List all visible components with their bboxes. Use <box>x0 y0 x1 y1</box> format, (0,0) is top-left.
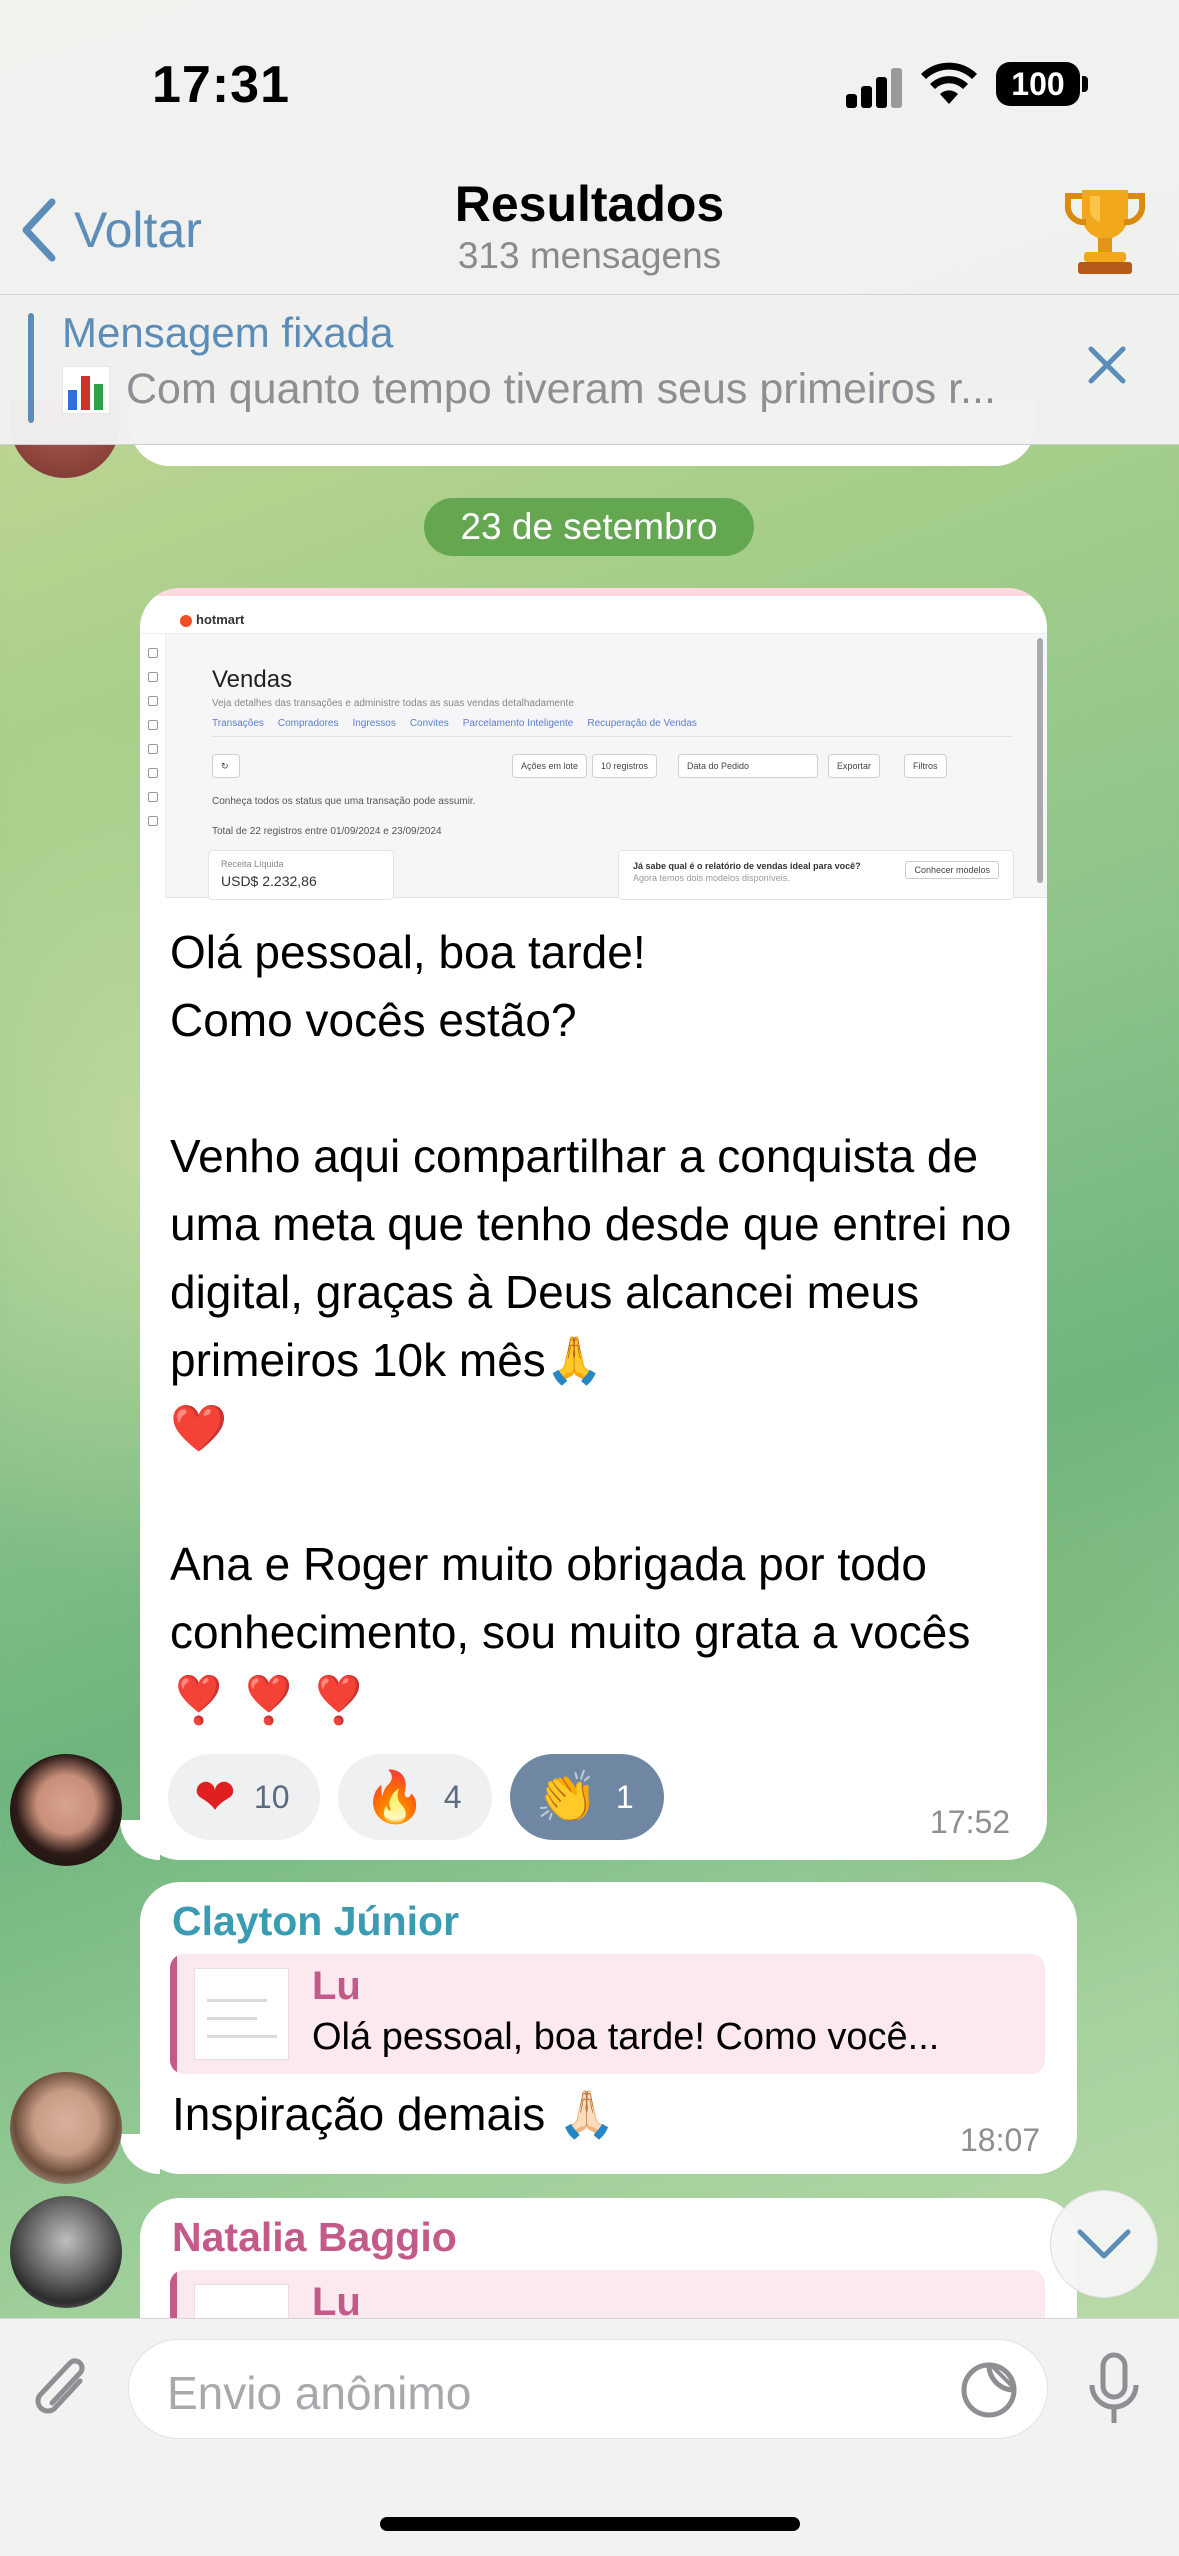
reaction-count: 10 <box>253 1778 290 1815</box>
paperclip-icon[interactable] <box>28 2351 98 2431</box>
avatar[interactable] <box>10 2072 122 2184</box>
pinned-accent-bar <box>28 313 34 423</box>
heart-icon: ❤ <box>194 1769 236 1825</box>
message-count: 313 mensagens <box>457 235 722 276</box>
date-divider: 23 de setembro <box>424 498 754 556</box>
message-bubble[interactable]: Natalia Baggio Lu <box>140 2198 1077 2318</box>
sender-name[interactable]: Clayton Júnior <box>172 1898 459 1945</box>
pinned-label: Mensagem fixada <box>62 309 394 356</box>
chat-title[interactable]: Resultados <box>0 175 1179 233</box>
quote-text: Olá pessoal, boa tarde! Como você... <box>312 2016 940 2058</box>
message-time: 17:52 <box>930 1804 1011 1840</box>
message-bubble[interactable]: Clayton Júnior Lu Olá pessoal, boa tarde… <box>140 1882 1077 2174</box>
battery-indicator: 100 <box>996 62 1080 106</box>
sticker-icon[interactable] <box>959 2360 1019 2420</box>
quoted-message[interactable]: Lu Olá pessoal, boa tarde! Como você... <box>170 1954 1045 2074</box>
battery-tip <box>1082 76 1088 92</box>
reaction-fire[interactable]: 🔥 4 <box>337 1754 492 1840</box>
composer-bar: Envio anônimo <box>0 2318 1179 2556</box>
quoted-message[interactable]: Lu <box>170 2270 1045 2318</box>
avatar[interactable] <box>10 1754 122 1866</box>
reaction-heart[interactable]: ❤ 10 <box>168 1754 320 1840</box>
message-time: 18:07 <box>960 2122 1041 2158</box>
reaction-count: 1 <box>615 1778 634 1815</box>
chevron-down-icon <box>1077 2229 1131 2259</box>
message-input[interactable]: Envio anônimo <box>128 2339 1048 2439</box>
scroll-to-bottom-button[interactable] <box>1050 2190 1158 2298</box>
screenshot-tabs: Transações Compradores Ingressos Convites Pa… <box>212 718 697 729</box>
quote-sender: Lu <box>312 2280 361 2318</box>
sender-name[interactable]: Natalia Baggio <box>172 2214 457 2261</box>
message-bubble[interactable]: hotmart Vendas Veja detalhes das transaç… <box>140 588 1047 1860</box>
attached-screenshot[interactable]: hotmart Vendas Veja detalhes das transaç… <box>140 588 1047 900</box>
pinned-text: Com quanto tempo tiveram seus primeiros … <box>126 365 996 413</box>
trophy-icon[interactable] <box>1060 182 1150 278</box>
fire-icon: 🔥 <box>363 1768 426 1825</box>
close-icon[interactable] <box>1085 343 1129 387</box>
clock: 17:31 <box>152 56 290 114</box>
reaction-clap[interactable]: 👏 1 <box>509 1754 664 1840</box>
home-indicator <box>380 2517 800 2531</box>
bubble-tail <box>120 1820 160 1860</box>
input-placeholder: Envio anônimo <box>167 2367 472 2419</box>
cellular-signal-icon <box>846 66 906 108</box>
quote-thumbnail <box>194 2284 289 2318</box>
microphone-icon[interactable] <box>1086 2351 1142 2431</box>
pinned-preview: Com quanto tempo tiveram seus primeiros … <box>62 365 996 414</box>
hotmart-logo: hotmart <box>180 612 244 627</box>
avatar[interactable] <box>10 2196 122 2308</box>
message-text: Inspiração demais 🙏🏻 <box>172 2088 616 2140</box>
reactions-row: ❤ 10 🔥 4 👏 1 <box>168 1754 664 1840</box>
bar-chart-icon <box>62 365 110 414</box>
wifi-icon <box>921 62 977 104</box>
quote-sender: Lu <box>312 1964 361 2008</box>
message-text: Olá pessoal, boa tarde! Como vocês estão… <box>170 926 1012 1726</box>
bubble-tail <box>120 2134 160 2174</box>
pinned-message-banner[interactable]: Mensagem fixada Com quanto tempo tiveram… <box>0 295 1179 445</box>
screenshot-title: Vendas <box>212 666 293 693</box>
reaction-count: 4 <box>443 1778 462 1815</box>
quote-thumbnail <box>194 1968 289 2060</box>
status-bar: 17:31 100 <box>0 0 1179 170</box>
navigation-bar: Voltar Resultados 313 mensagens <box>0 170 1179 295</box>
screenshot-subtitle: Veja detalhes das transações e administr… <box>212 698 574 709</box>
clapping-hands-icon: 👏 <box>535 1768 598 1825</box>
